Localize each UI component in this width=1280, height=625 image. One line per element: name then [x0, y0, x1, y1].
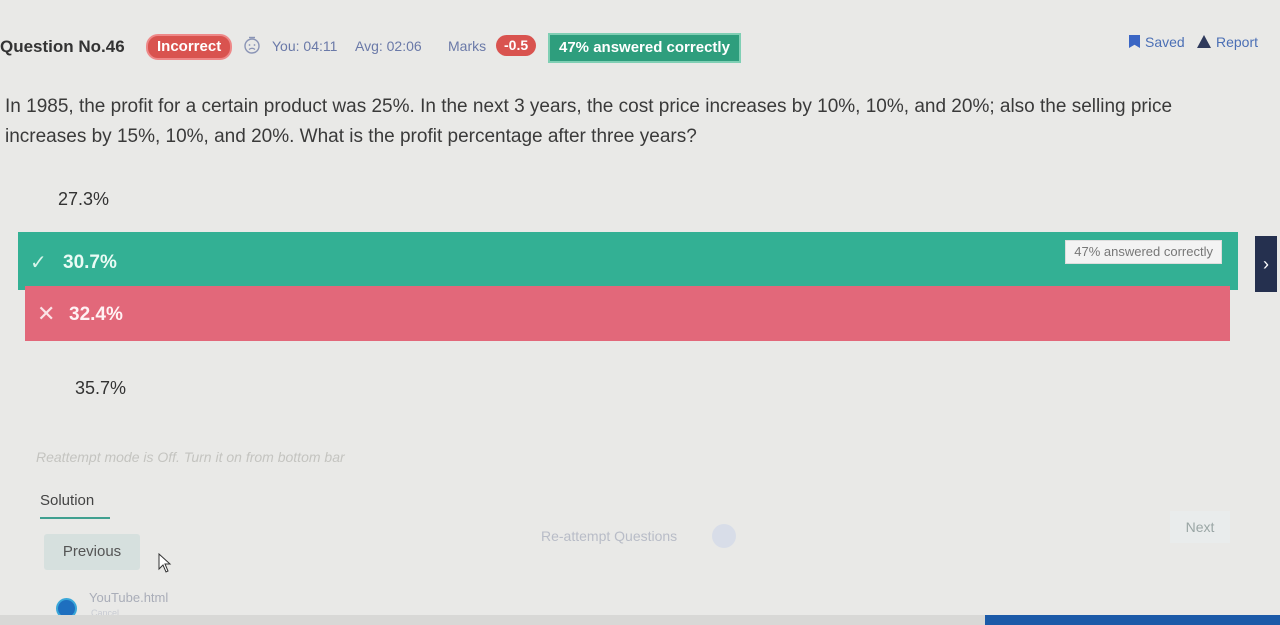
- previous-button[interactable]: Previous: [44, 534, 140, 570]
- download-filename: YouTube.html: [89, 590, 169, 605]
- option-b-label: 30.7%: [63, 252, 117, 273]
- check-icon: ✓: [30, 252, 47, 274]
- option-a[interactable]: 27.3%: [58, 189, 109, 210]
- average-time: Avg: 02:06: [355, 38, 422, 54]
- option-b-correct[interactable]: ✓ 30.7% 47% answered correctly: [18, 232, 1238, 290]
- next-question-arrow[interactable]: ›: [1255, 236, 1277, 292]
- reattempt-questions-label: Re-attempt Questions: [541, 528, 678, 544]
- option-c-incorrect[interactable]: ✕ 32.4%: [25, 286, 1230, 341]
- cross-icon: ✕: [37, 301, 56, 326]
- option-percent-badge: 47% answered correctly: [1065, 240, 1222, 264]
- next-button[interactable]: Next: [1170, 511, 1230, 543]
- marks-badge: -0.5: [496, 35, 537, 56]
- status-badge: Incorrect: [146, 34, 233, 60]
- taskbar-strip: [985, 615, 1280, 625]
- report-button[interactable]: Report: [1197, 34, 1258, 50]
- sad-timer-icon: [244, 36, 260, 54]
- saved-button[interactable]: Saved: [1129, 34, 1185, 50]
- saved-label: Saved: [1145, 34, 1185, 50]
- option-c-label: 32.4%: [69, 304, 123, 325]
- your-time: You: 04:11: [272, 38, 338, 54]
- percent-correct-badge: 47% answered correctly: [548, 33, 741, 63]
- question-text: In 1985, the profit for a certain produc…: [5, 96, 1173, 147]
- reattempt-note: Reattempt mode is Off. Turn it on from b…: [36, 449, 345, 465]
- reattempt-toggle[interactable]: [712, 524, 736, 548]
- warning-icon: [1197, 35, 1211, 48]
- question-header: Question No.46 Incorrect You: 04:11 Avg:…: [0, 28, 1280, 68]
- bookmark-icon: [1129, 35, 1140, 48]
- chevron-right-icon: ›: [1263, 254, 1269, 274]
- mouse-cursor-icon: [158, 553, 172, 573]
- option-d[interactable]: 35.7%: [75, 378, 126, 399]
- question-number: Question No.46: [0, 37, 125, 56]
- tab-solution[interactable]: Solution: [40, 492, 110, 519]
- report-label: Report: [1216, 34, 1259, 50]
- marks-label: Marks: [448, 38, 487, 54]
